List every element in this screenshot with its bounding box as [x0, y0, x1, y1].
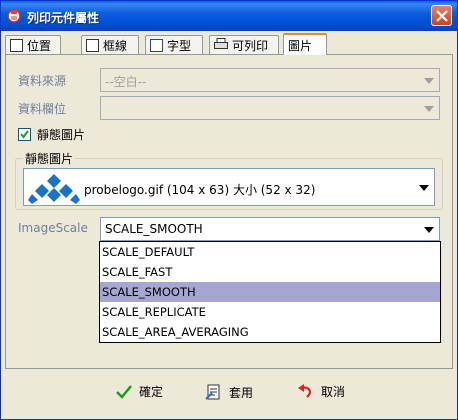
tab-label: 圖片 — [288, 38, 313, 53]
tab-label: 可列印 — [232, 39, 269, 53]
chevron-down-icon — [424, 78, 434, 84]
image-scale-dropdown: SCALE_DEFAULT SCALE_FAST SCALE_SMOOTH SC… — [99, 241, 441, 343]
printer-icon — [214, 38, 228, 53]
static-image-text: probelogo.gif (104 x 63) 大小 (52 x 32) — [84, 183, 316, 197]
cancel-button[interactable]: 取消 — [297, 383, 345, 400]
button-bar: 確定 套用 取消 — [5, 373, 453, 417]
close-icon — [436, 10, 448, 22]
ok-button[interactable]: 確定 — [115, 383, 163, 400]
cancel-button-label: 取消 — [321, 385, 346, 399]
dropdown-option[interactable]: SCALE_DEFAULT — [100, 242, 440, 262]
data-field-select[interactable] — [100, 96, 440, 120]
close-button[interactable] — [431, 5, 452, 26]
tab-label: 框線 — [103, 39, 128, 53]
data-source-value: --空白-- — [105, 75, 147, 89]
dropdown-option[interactable]: SCALE_FAST — [100, 262, 440, 282]
chevron-down-icon — [419, 185, 429, 191]
static-image-group-title: 靜態圖片 — [23, 150, 76, 167]
ok-button-label: 確定 — [139, 385, 164, 399]
data-source-select[interactable]: --空白-- — [100, 68, 440, 92]
image-scale-label: ImageScale — [18, 221, 88, 235]
dropdown-option-selected[interactable]: SCALE_SMOOTH — [100, 282, 440, 302]
tab-image[interactable]: 圖片 — [283, 33, 327, 55]
data-source-label: 資料來源 — [18, 74, 67, 88]
app-icon — [6, 7, 23, 24]
border-icon — [86, 39, 99, 52]
apply-icon — [205, 384, 220, 400]
chevron-down-icon — [424, 227, 434, 233]
checkmark-icon — [116, 384, 132, 399]
tab-printable[interactable]: 可列印 — [209, 35, 279, 55]
window-title: 列印元件屬性 — [27, 11, 100, 25]
static-image-checkbox[interactable] — [18, 128, 31, 141]
title-bar[interactable]: 列印元件屬性 — [1, 1, 457, 31]
tab-label: 位置 — [27, 39, 52, 53]
image-scale-select[interactable]: SCALE_SMOOTH — [100, 217, 440, 241]
static-image-select[interactable]: probelogo.gif (104 x 63) 大小 (52 x 32) — [23, 168, 435, 206]
image-scale-value: SCALE_SMOOTH — [105, 222, 203, 236]
dialog-window: 列印元件屬性 位置 框線 字型 可列印 圖片 資料來源 --空白-- 資料欄位 … — [0, 0, 458, 420]
dropdown-option[interactable]: SCALE_REPLICATE — [100, 302, 440, 322]
font-icon — [150, 39, 163, 52]
tab-border[interactable]: 框線 — [81, 35, 139, 55]
apply-button[interactable]: 套用 — [205, 383, 253, 401]
tab-position[interactable]: 位置 — [5, 35, 61, 55]
data-field-label: 資料欄位 — [18, 102, 67, 116]
logo-thumbnail — [28, 172, 80, 204]
tab-label: 字型 — [167, 39, 192, 53]
tab-font[interactable]: 字型 — [145, 35, 203, 55]
undo-icon — [298, 383, 311, 398]
position-icon — [10, 39, 23, 52]
static-image-checkbox-row[interactable]: 靜態圖片 — [18, 126, 85, 143]
chevron-down-icon — [424, 106, 434, 112]
dropdown-option[interactable]: SCALE_AREA_AVERAGING — [100, 322, 440, 342]
static-image-checkbox-label: 靜態圖片 — [37, 128, 86, 142]
check-icon — [20, 130, 29, 139]
apply-button-label: 套用 — [229, 385, 254, 400]
